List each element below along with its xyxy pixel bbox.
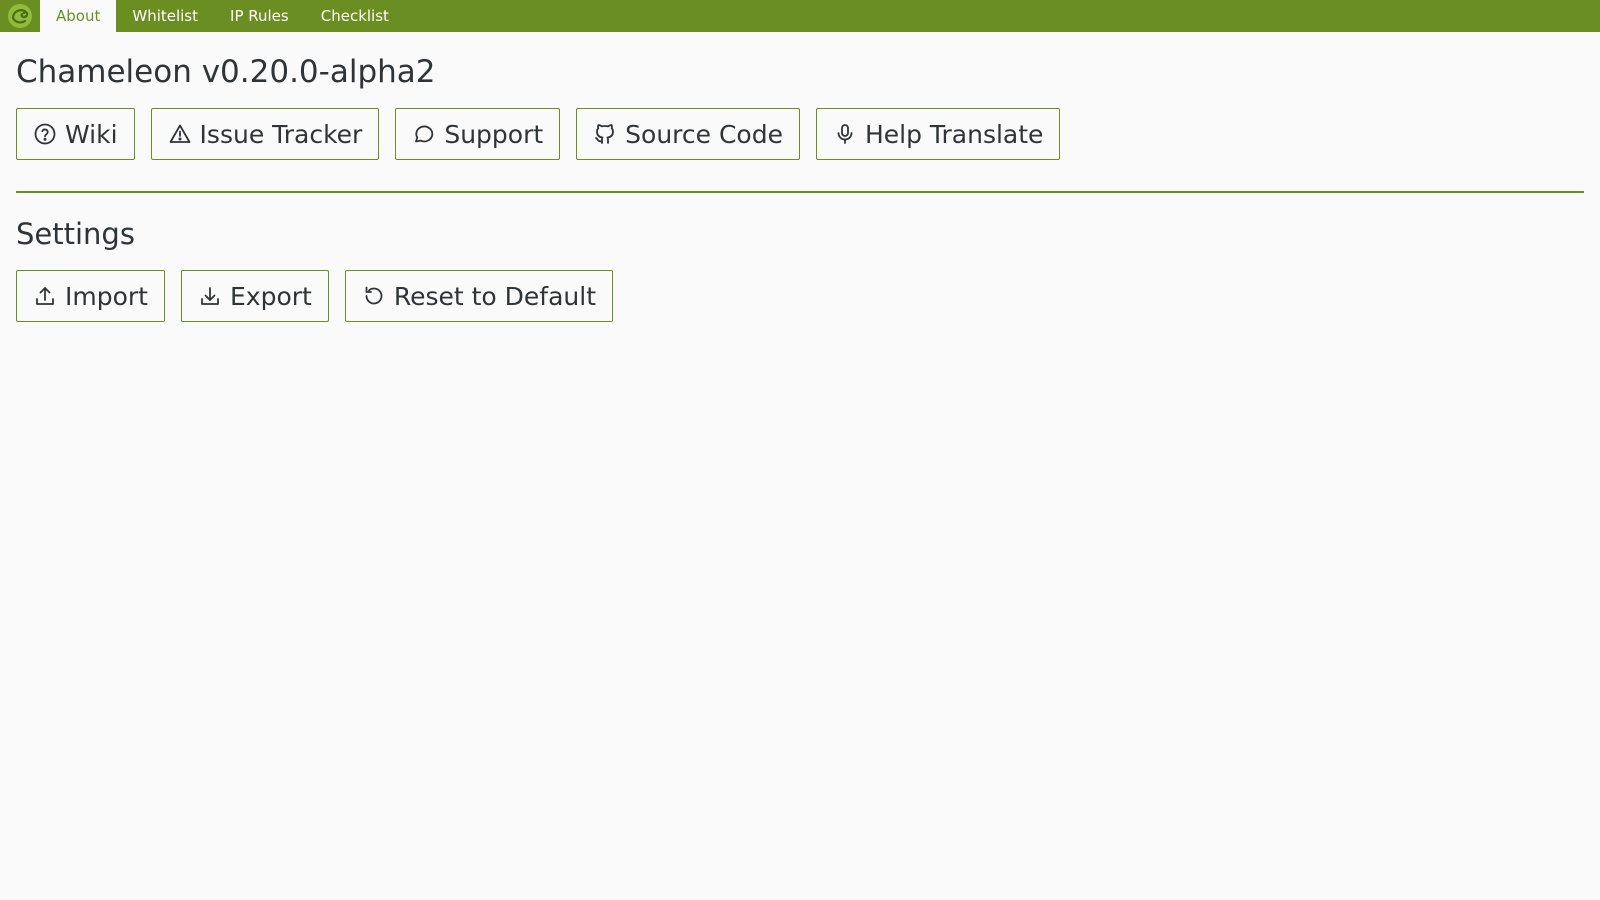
microphone-icon (833, 122, 857, 146)
support-button-label: Support (444, 119, 544, 149)
settings-actions: Import Export Reset to Default (16, 270, 1584, 322)
issue-tracker-button-label: Issue Tracker (199, 119, 363, 149)
export-button[interactable]: Export (180, 270, 329, 322)
help-circle-icon (33, 122, 57, 146)
reset-icon (362, 284, 386, 308)
about-page: Chameleon v0.20.0-alpha2 Wiki Issue Trac… (16, 32, 1584, 322)
about-links: Wiki Issue Tracker Support Source Code H… (16, 108, 1584, 160)
support-button[interactable]: Support (395, 108, 561, 160)
tab-whitelist[interactable]: Whitelist (116, 0, 214, 32)
chat-bubble-icon (412, 122, 436, 146)
help-translate-button[interactable]: Help Translate (815, 108, 1061, 160)
import-button[interactable]: Import (16, 270, 165, 322)
tab-ip-rules[interactable]: IP Rules (214, 0, 305, 32)
section-divider (16, 191, 1584, 193)
source-code-button-label: Source Code (625, 119, 783, 149)
import-button-label: Import (65, 281, 148, 311)
reset-to-default-button-label: Reset to Default (393, 281, 597, 311)
github-icon (593, 122, 617, 146)
chameleon-logo-icon (0, 0, 40, 32)
wiki-button-label: Wiki (65, 119, 118, 149)
settings-title: Settings (16, 217, 135, 251)
issue-tracker-button[interactable]: Issue Tracker (150, 108, 380, 160)
source-code-button[interactable]: Source Code (576, 108, 800, 160)
upload-icon (33, 284, 57, 308)
export-button-label: Export (229, 281, 312, 311)
page-title: Chameleon v0.20.0-alpha2 (16, 54, 436, 90)
top-navigation-bar: About Whitelist IP Rules Checklist (0, 0, 1600, 32)
tab-checklist[interactable]: Checklist (305, 0, 405, 32)
tab-about[interactable]: About (40, 0, 117, 32)
help-translate-button-label: Help Translate (864, 119, 1044, 149)
alert-triangle-icon (168, 122, 192, 146)
download-icon (198, 284, 222, 308)
reset-to-default-button[interactable]: Reset to Default (344, 270, 614, 322)
wiki-button[interactable]: Wiki (16, 108, 135, 160)
